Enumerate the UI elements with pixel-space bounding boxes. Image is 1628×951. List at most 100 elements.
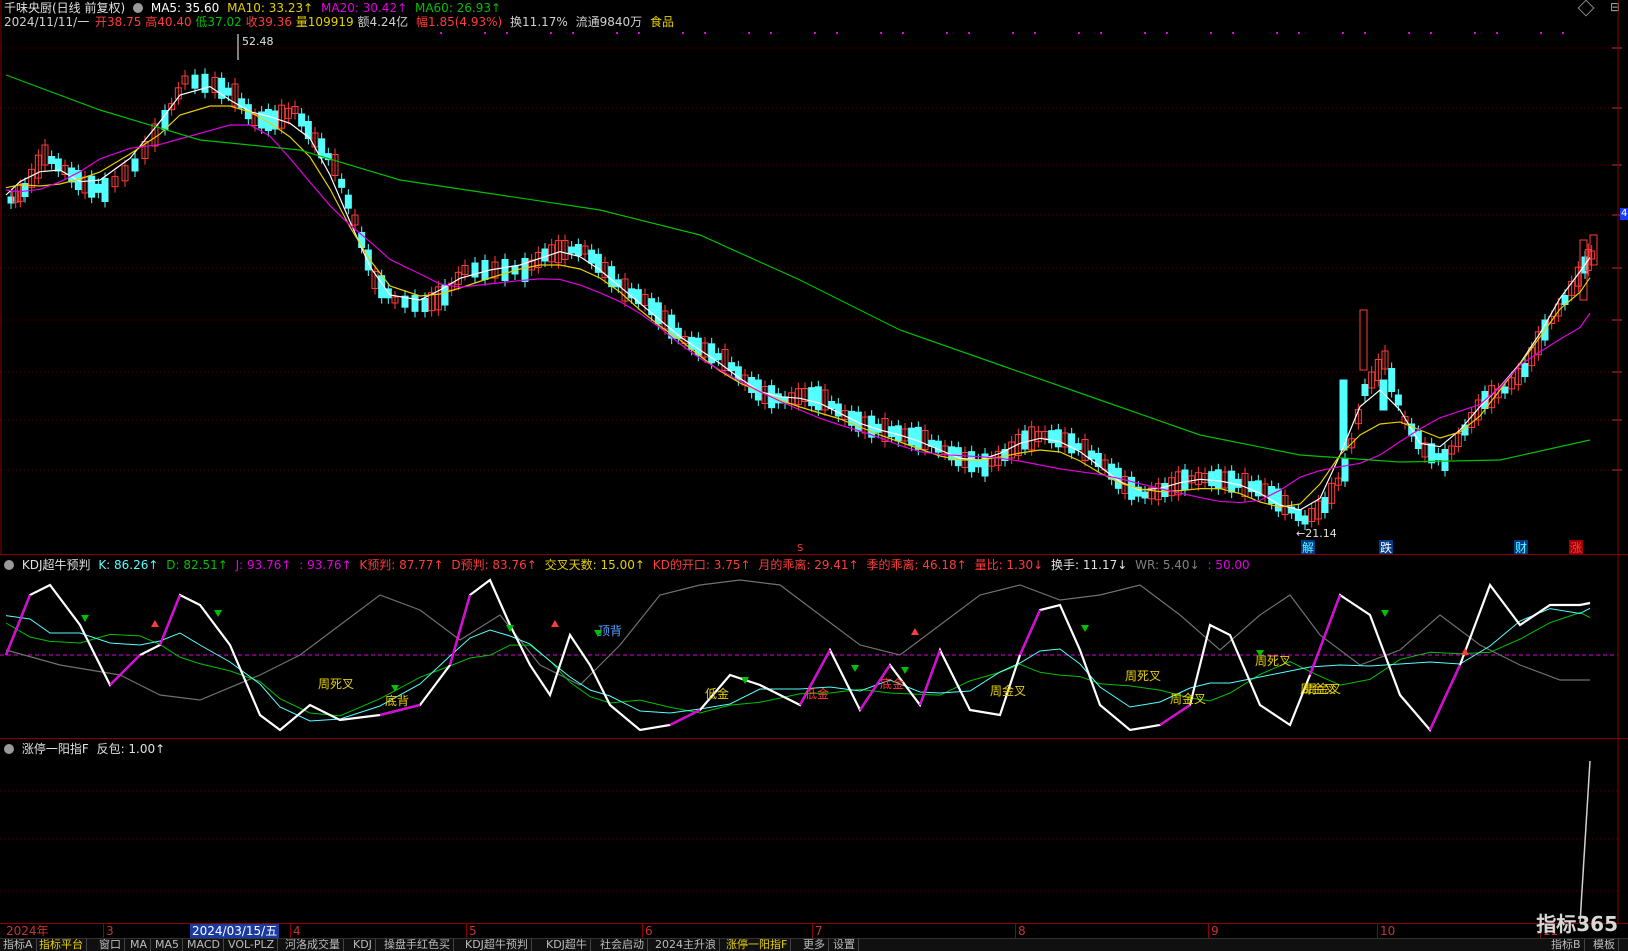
- candle-body: [131, 158, 139, 172]
- right-edge-mark: 4: [1620, 208, 1628, 220]
- tab-kdj-chaoniu-yupan[interactable]: KDJ超牛预判: [462, 939, 532, 951]
- signal-dot: [1078, 32, 1080, 34]
- tab-settings[interactable]: 设置: [830, 939, 859, 951]
- logo-text: 指标365: [1536, 912, 1618, 936]
- kdj-chart[interactable]: 周死叉顶背低金底背 低金底金 周金叉周死叉周金叉周死叉周金叉周金叉: [0, 555, 1628, 739]
- tab-zhangting[interactable]: 涨停一阳指F: [723, 939, 792, 951]
- kdj-signal-label: 周金叉: [1170, 691, 1206, 706]
- tab-kdj-chaoniu[interactable]: KDJ超牛: [543, 939, 591, 951]
- candle-body: [1379, 379, 1388, 411]
- signal-dot: [682, 32, 684, 34]
- candle-body: [1234, 478, 1242, 488]
- signal-dot: [1540, 32, 1542, 34]
- tab-kdj[interactable]: KDJ: [350, 939, 376, 951]
- kdj-signal-label: 底金: [880, 676, 904, 691]
- price-panel[interactable]: 千味央厨(日线 前复权) MA5: 35.60 MA10: 33.23↑ MA2…: [0, 0, 1628, 555]
- candle-body: [1361, 384, 1369, 396]
- candle-body: [1181, 469, 1189, 491]
- j-up-segment: [918, 649, 942, 706]
- candle-body: [714, 353, 722, 361]
- candle-body: [421, 298, 429, 312]
- candle-body: [94, 183, 102, 193]
- candle-body: [1428, 443, 1436, 464]
- tab-zhibiao-b[interactable]: 指标B: [1548, 939, 1585, 951]
- small-s-mark: S: [797, 543, 803, 554]
- tab-template[interactable]: 模板: [1590, 939, 1619, 951]
- tab-2024[interactable]: 2024主升浪: [652, 939, 720, 951]
- signal-dot: [572, 32, 574, 34]
- candle-body: [481, 260, 489, 280]
- date-label-7: 7: [815, 924, 823, 938]
- tab-more[interactable]: 更多: [800, 939, 829, 951]
- tab-platform[interactable]: 指标平台: [36, 939, 87, 951]
- zhangting-panel[interactable]: 涨停一阳指F 反包: 1.00↑: [0, 739, 1628, 923]
- candle-body: [1441, 449, 1449, 471]
- candle-body: [608, 266, 616, 288]
- tab-heluo[interactable]: 河洛成交量: [282, 939, 344, 951]
- kdj-signal-label: 周死叉: [318, 677, 354, 691]
- candle-body: [1501, 386, 1509, 394]
- kdj-arrow-icon: [1081, 625, 1089, 632]
- kdj-arrow-icon: [81, 615, 89, 622]
- candle-body: [101, 178, 109, 202]
- kdj-signal-label: 周金叉: [1305, 681, 1341, 696]
- signal-dot: [880, 32, 882, 34]
- candle-body: [908, 427, 916, 446]
- kdj-signal-label: 低金: [705, 686, 729, 701]
- j-up-segment: [1159, 704, 1191, 726]
- tab-vol-plz[interactable]: VOL-PLZ: [225, 939, 279, 951]
- ma20-line: [5, 124, 1591, 504]
- date-label-year: 2024年: [6, 924, 49, 938]
- wr-line: [5, 579, 1590, 701]
- candle-body: [1434, 453, 1442, 461]
- signal-dot: [1496, 32, 1498, 34]
- tab-window[interactable]: 窗口: [96, 939, 125, 951]
- signal-dot: [1144, 32, 1146, 34]
- zhangting-chart[interactable]: [0, 739, 1628, 923]
- signal-dot: [1298, 32, 1300, 34]
- j-up-segment: [1018, 609, 1042, 656]
- candle-body: [501, 259, 509, 281]
- candle-body: [808, 387, 816, 407]
- date-label-10: 10: [1380, 924, 1396, 938]
- candle-body: [888, 426, 896, 438]
- signal-dot: [638, 32, 640, 34]
- signal-dot: [1012, 32, 1014, 34]
- kdj-arrow-icon: [391, 685, 399, 692]
- kdj-arrow-icon: [551, 620, 559, 627]
- signal-label: 涨: [1570, 540, 1582, 555]
- candlestick-chart[interactable]: 52.48 ←21.14 S 解 跌 财 涨: [0, 0, 1628, 555]
- signal-label: 财: [1515, 541, 1527, 555]
- candle-body: [1521, 363, 1529, 377]
- candle-body: [728, 362, 736, 372]
- j-up-segment: [1429, 664, 1461, 731]
- candle-body: [1214, 469, 1222, 490]
- candle-body: [588, 249, 596, 264]
- date-label-6: 6: [645, 924, 653, 938]
- kdj-signal-label: 周金叉: [990, 683, 1026, 698]
- candle-body: [574, 244, 582, 256]
- kdj-panel[interactable]: KDJ超牛预判 K: 86.26↑ D: 82.51↑ J: 93.76↑ : …: [0, 555, 1628, 739]
- tab-macd[interactable]: MACD: [184, 939, 224, 951]
- tab-shehui[interactable]: 社会启动: [597, 939, 648, 951]
- j-up-segment: [109, 654, 141, 686]
- tab-ma[interactable]: MA: [127, 939, 152, 951]
- watermark-logo: 指标365: [1536, 908, 1618, 937]
- candle-body: [298, 113, 306, 127]
- signal-dot: [1562, 32, 1564, 34]
- signal-dot: [704, 32, 706, 34]
- tab-caopan[interactable]: 操盘手红色买: [381, 939, 454, 951]
- signal-dot: [1430, 32, 1432, 34]
- candle-body: [54, 158, 62, 172]
- signal-dot: [1342, 32, 1344, 34]
- signal-dot: [1364, 32, 1366, 34]
- tab-ma5[interactable]: MA5: [152, 939, 184, 951]
- candle-body: [48, 156, 56, 164]
- tab-zhibiao-a[interactable]: 指标A: [0, 939, 37, 951]
- signal-label: 跌: [1380, 540, 1392, 555]
- candle-body: [1068, 433, 1076, 454]
- indicator-tab-bar: 指标A 指标平台 窗口 MA MA5 MACD VOL-PLZ 河洛成交量 KD…: [0, 938, 1628, 951]
- date-label-9: 9: [1211, 924, 1219, 938]
- candle-body: [541, 248, 549, 262]
- signal-dot: [550, 32, 552, 34]
